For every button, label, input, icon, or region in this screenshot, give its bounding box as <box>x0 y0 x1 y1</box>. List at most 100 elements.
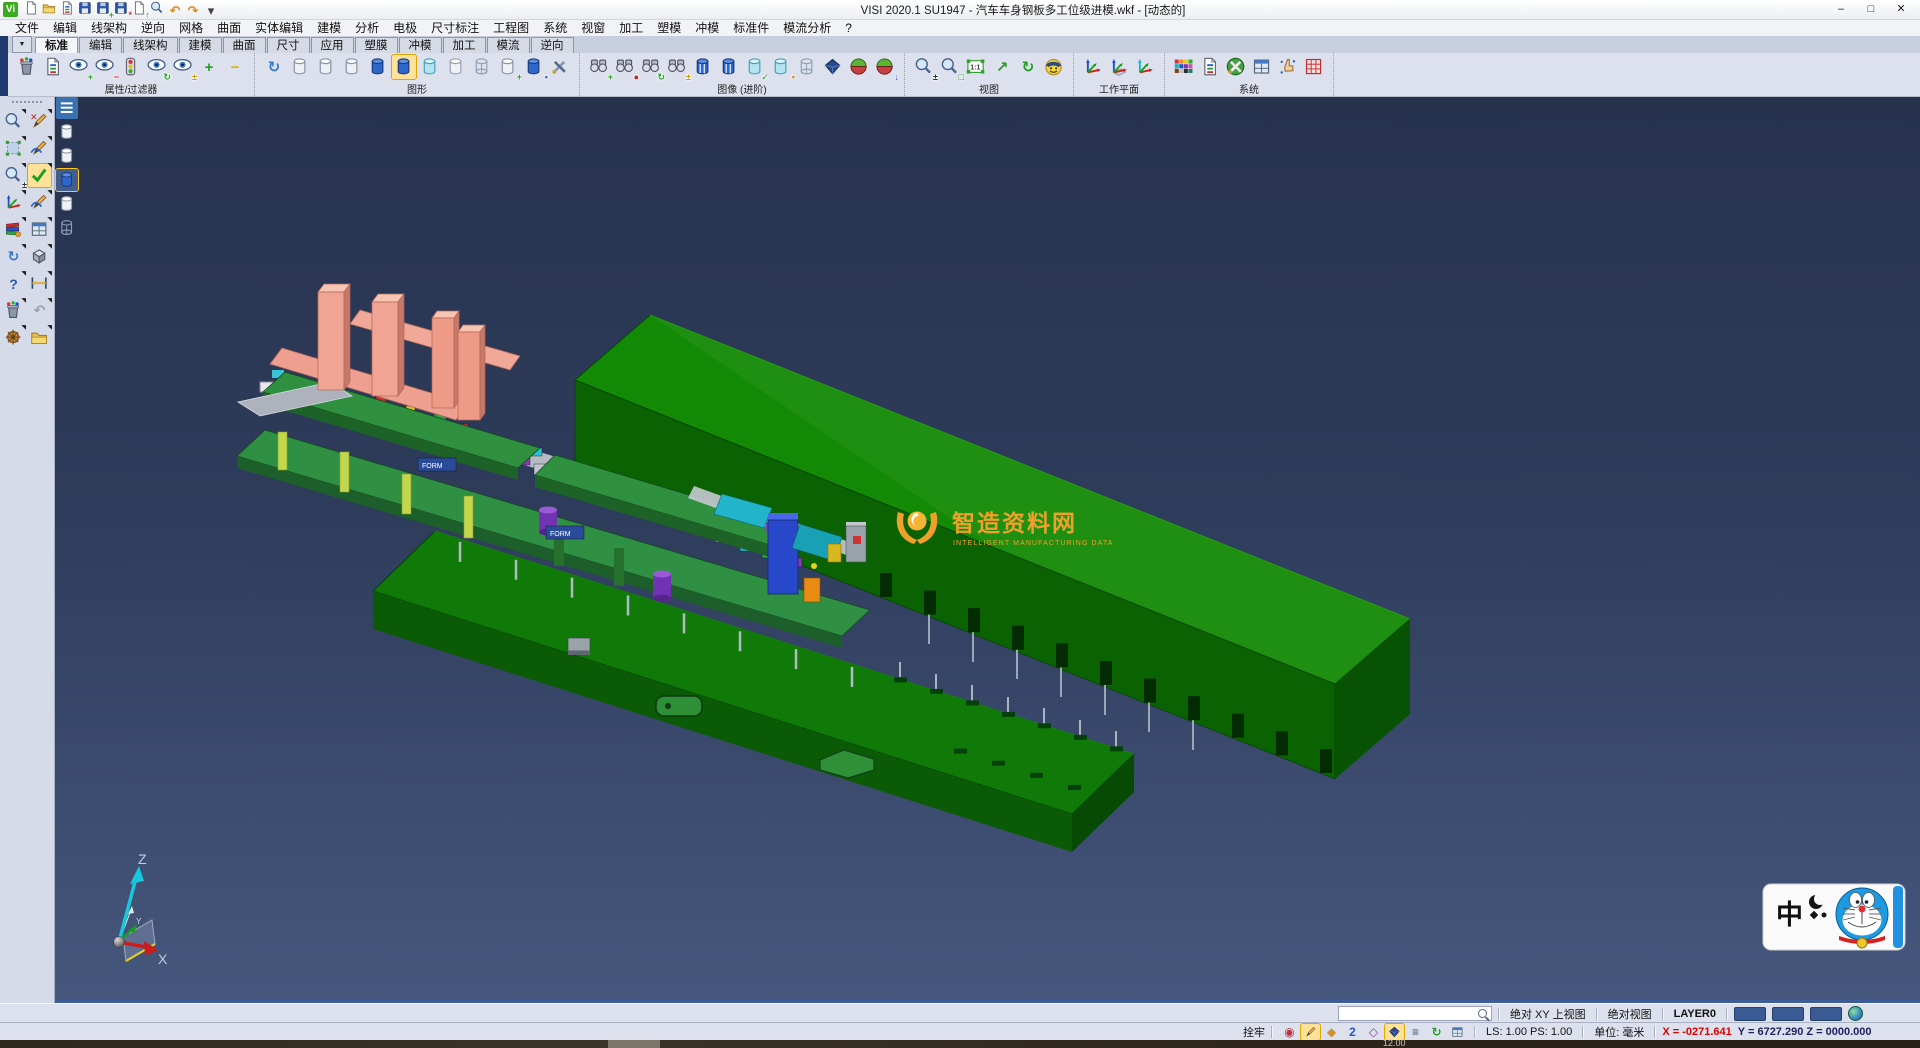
mesh-image-icon[interactable] <box>795 55 819 79</box>
ribbon-tab-标准[interactable]: 标准 <box>35 37 78 53</box>
ribbon-tab-模流[interactable]: 模流 <box>487 37 530 53</box>
show-all-icon[interactable]: + <box>197 55 221 79</box>
ribbon-tab-逆向[interactable]: 逆向 <box>531 37 574 53</box>
navigator-icon[interactable]: ◥ <box>2 326 25 349</box>
refresh-visibility-icon[interactable]: ↻ <box>145 55 169 79</box>
close-button[interactable]: ✕ <box>1886 1 1916 18</box>
workplane-view-icon[interactable] <box>1133 55 1157 79</box>
shaded-mode-icon[interactable] <box>366 55 390 79</box>
regen-view-icon[interactable]: ↻ <box>262 55 286 79</box>
snap-lock-label[interactable]: 拴牢 <box>1243 1024 1265 1040</box>
menu-item-19[interactable]: 模流分析 <box>776 19 838 36</box>
confirm-icon[interactable]: ◥ <box>28 164 51 187</box>
workplane-face-icon[interactable] <box>1107 55 1131 79</box>
clipboard-graphics-icon[interactable]: ▪ <box>522 55 546 79</box>
shaded-edges-mode-icon[interactable] <box>392 55 416 79</box>
view-mode-indicator[interactable]: 绝对 XY 上视图 <box>1506 1006 1590 1022</box>
flat-mode-icon[interactable] <box>444 55 468 79</box>
zoom-extents-icon[interactable]: ↗ <box>990 55 1014 79</box>
menu-item-7[interactable]: 实体编辑 <box>248 19 310 36</box>
toggle-visibility-icon[interactable]: ± <box>171 55 195 79</box>
tab-dropdown-button[interactable]: ▼ <box>12 36 32 53</box>
float-mesh-icon[interactable] <box>56 217 78 239</box>
undo-gray-icon[interactable]: ↶◥ <box>28 299 51 322</box>
viewport-3d[interactable]: FORM FORM <box>54 96 1920 1003</box>
view-menu-icon[interactable] <box>56 97 78 119</box>
measure-icon[interactable]: ◥ <box>28 272 51 295</box>
zoom-actual-icon[interactable]: 1:1 <box>964 55 988 79</box>
graphics-settings-icon[interactable] <box>548 55 572 79</box>
ribbon-tab-应用[interactable]: 应用 <box>311 37 354 53</box>
save-as-icon[interactable]: + <box>94 0 112 17</box>
save-icon[interactable] <box>76 0 94 17</box>
float-flat-icon[interactable] <box>56 193 78 215</box>
ribbon-tab-塑膜[interactable]: 塑膜 <box>355 37 398 53</box>
filter-traffic-icon[interactable] <box>119 55 143 79</box>
paint-filter-icon[interactable] <box>15 55 39 79</box>
redo-icon[interactable]: ↷ <box>184 2 202 20</box>
absolute-view-indicator[interactable]: 绝对视图 <box>1604 1006 1656 1022</box>
doc-properties-icon[interactable] <box>41 55 65 79</box>
adv-toggle-icon[interactable]: ± <box>665 55 689 79</box>
workplane-xyz-icon[interactable] <box>1081 55 1105 79</box>
menu-item-14[interactable]: 视窗 <box>574 19 612 36</box>
adv-refresh-icon[interactable]: ↻ <box>639 55 663 79</box>
export-icon[interactable]: ↑ <box>130 0 148 17</box>
validate-shading-icon[interactable]: ✓ <box>743 55 767 79</box>
undo-icon[interactable]: ↶ <box>166 2 184 20</box>
globe-icon[interactable] <box>1848 1006 1863 1021</box>
select-examine-icon[interactable]: ◥ <box>2 110 25 133</box>
hidden-line-mode-icon[interactable] <box>314 55 338 79</box>
record-ref-icon[interactable]: ◉ <box>1280 1024 1299 1040</box>
shadow-mode-icon[interactable] <box>821 55 845 79</box>
hide-all-icon[interactable]: − <box>223 55 247 79</box>
selection-settings-icon[interactable] <box>1276 55 1300 79</box>
copy-doc-icon[interactable] <box>58 0 76 17</box>
menu-item-15[interactable]: 加工 <box>612 19 650 36</box>
menu-item-6[interactable]: 曲面 <box>210 19 248 36</box>
material-mode-icon[interactable] <box>717 55 741 79</box>
menu-item-5[interactable]: 网格 <box>172 19 210 36</box>
menu-item-13[interactable]: 系统 <box>536 19 574 36</box>
quick-search-input[interactable] <box>1339 1008 1478 1019</box>
snap-disable-icon[interactable]: ◇ <box>1364 1024 1383 1040</box>
menu-item-12[interactable]: 工程图 <box>486 19 536 36</box>
rotate-view-icon[interactable]: ↻ <box>1016 55 1040 79</box>
sketch-spline-icon[interactable]: ◥ <box>28 137 51 160</box>
pick-filter-icon[interactable] <box>1301 1024 1320 1040</box>
ribbon-tab-线架构[interactable]: 线架构 <box>123 37 178 53</box>
qat-customize-icon[interactable]: ▾ <box>202 2 220 20</box>
system-settings-icon[interactable] <box>1224 55 1248 79</box>
render-sphere-icon[interactable] <box>847 55 871 79</box>
shade-view-icon[interactable] <box>1042 55 1066 79</box>
menu-item-10[interactable]: 电极 <box>386 19 424 36</box>
open-folder-icon[interactable] <box>40 0 58 17</box>
fill-color-swatch[interactable] <box>1810 1007 1842 1021</box>
menu-item-11[interactable]: 尺寸标注 <box>424 19 486 36</box>
adv-filter-icon[interactable]: ● <box>613 55 637 79</box>
ribbon-tab-编辑[interactable]: 编辑 <box>79 37 122 53</box>
float-shaded-icon[interactable] <box>56 169 78 191</box>
edit-curve-icon[interactable]: ◥ <box>28 191 51 214</box>
show-add-icon[interactable]: + <box>67 55 91 79</box>
regenerate-icon[interactable]: ↻◥ <box>2 245 25 268</box>
ribbon-tab-加工[interactable]: 加工 <box>443 37 486 53</box>
dynamic-rotate-icon[interactable]: ↻ <box>1427 1024 1446 1040</box>
mesh-mode-icon[interactable] <box>470 55 494 79</box>
ribbon-tab-尺寸[interactable]: 尺寸 <box>267 37 310 53</box>
zoom-dynamic-icon[interactable]: ±◥ <box>2 164 25 187</box>
color-palette-icon[interactable] <box>1172 55 1196 79</box>
menu-item-18[interactable]: 标准件 <box>726 19 776 36</box>
copy-image-icon[interactable]: ▪ <box>769 55 793 79</box>
render-export-icon[interactable]: ↓ <box>873 55 897 79</box>
menu-item-1[interactable]: 文件 <box>8 19 46 36</box>
wireframe-mode-icon[interactable] <box>288 55 312 79</box>
ribbon-tab-曲面[interactable]: 曲面 <box>223 37 266 53</box>
transparent-mode-icon[interactable] <box>418 55 442 79</box>
menu-item-17[interactable]: 冲模 <box>688 19 726 36</box>
menu-item-16[interactable]: 塑模 <box>650 19 688 36</box>
menu-item-4[interactable]: 逆向 <box>134 19 172 36</box>
grid-settings-icon[interactable] <box>1302 55 1326 79</box>
menu-item-9[interactable]: 分析 <box>348 19 386 36</box>
new-doc-icon[interactable] <box>22 0 40 17</box>
